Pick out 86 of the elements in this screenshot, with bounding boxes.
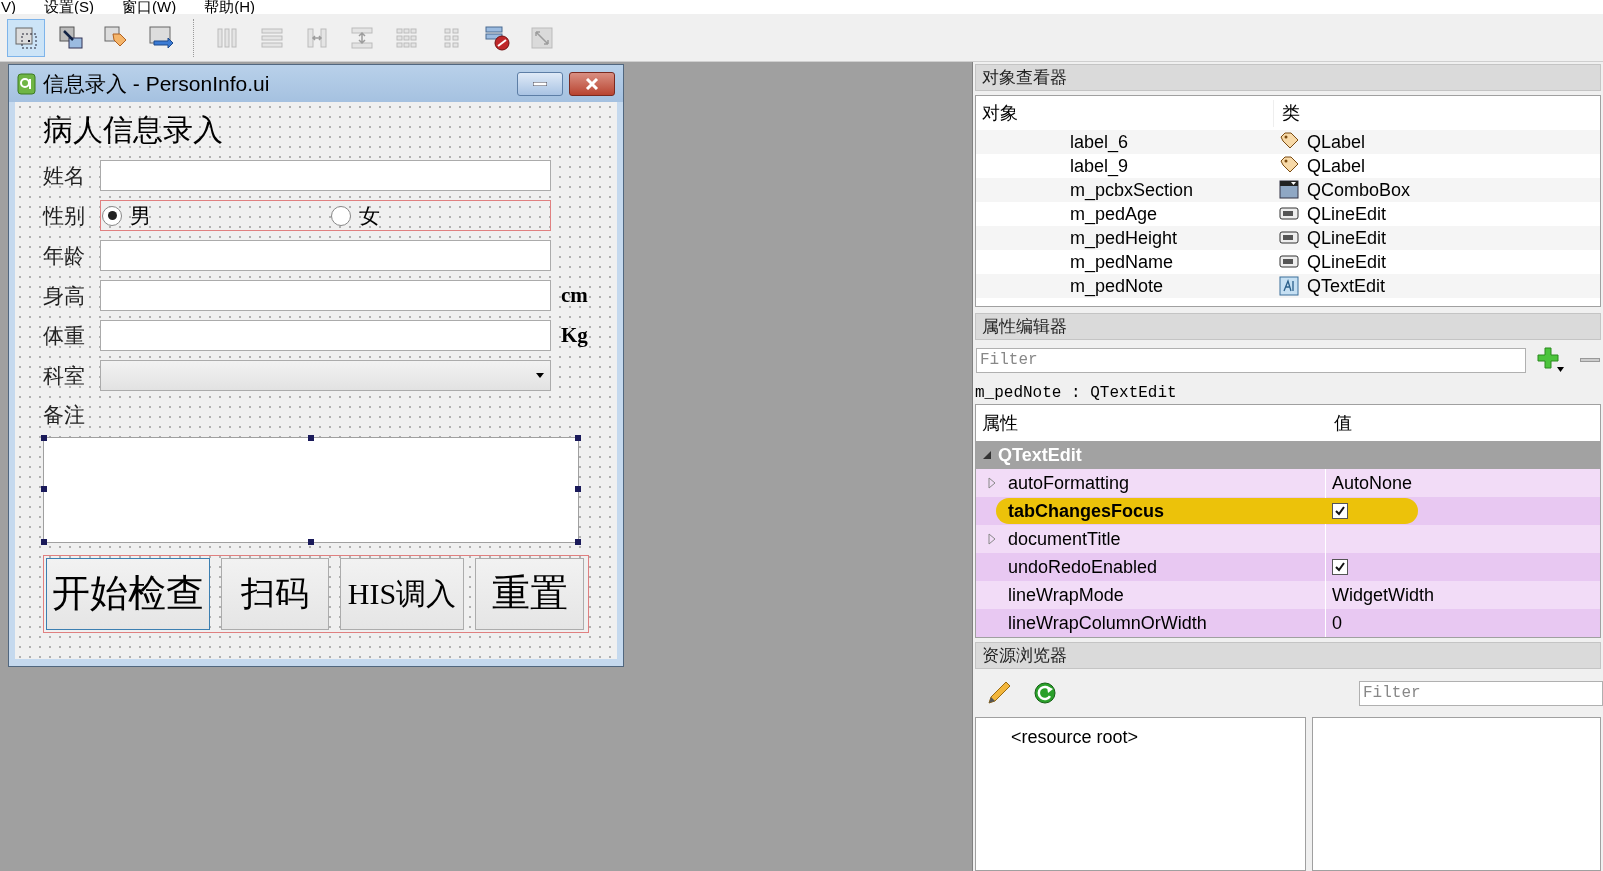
close-button[interactable] — [569, 71, 615, 96]
field-label: 姓名 — [43, 162, 86, 189]
text-edit-icon — [1279, 276, 1299, 296]
resize-icon — [529, 24, 555, 51]
text-input[interactable] — [100, 280, 551, 311]
expand-triangle-icon[interactable] — [987, 533, 997, 545]
class-name: QComboBox — [1307, 178, 1411, 202]
field-label: 体重 — [43, 322, 86, 349]
form-button[interactable]: 扫码 — [221, 557, 329, 630]
widget-edit-icon — [13, 24, 39, 51]
edit-resources-button[interactable] — [985, 679, 1013, 707]
field-label: 身高 — [43, 282, 86, 309]
minimize-button[interactable] — [517, 71, 563, 96]
class-name: QTextEdit — [1307, 274, 1386, 298]
signal-slot-icon — [58, 24, 84, 51]
tree-item[interactable]: <resource root> — [1011, 724, 1305, 751]
field-label: 备注 — [43, 402, 85, 428]
checkbox[interactable] — [1332, 503, 1348, 519]
checkmark-icon — [1334, 561, 1346, 573]
radio-button[interactable]: 女 — [331, 199, 380, 232]
window-title: 信息录入 - PersonInfo.ui — [43, 70, 271, 97]
object-name[interactable]: m_pedName — [1070, 251, 1174, 272]
form-button[interactable]: 重置 — [475, 557, 584, 630]
remove-icon — [1580, 358, 1600, 362]
class-name: QLineEdit — [1307, 202, 1387, 226]
expand-triangle-icon[interactable] — [982, 450, 992, 460]
break-layout-icon — [484, 24, 510, 51]
checkbox[interactable] — [1332, 559, 1348, 575]
filter-field[interactable]: Filter — [1359, 680, 1603, 706]
pencil-icon — [986, 680, 1012, 706]
object-name[interactable]: m_pedNote — [1070, 275, 1164, 296]
radio-button[interactable]: 男 — [101, 199, 331, 232]
property-name: documentTitle — [1008, 527, 1121, 551]
column-header: 类 — [1273, 99, 1300, 127]
panel-title: 对象查看器 — [982, 66, 1067, 89]
form-button[interactable]: 开始检查 — [46, 557, 210, 630]
vertical-splitter-icon — [349, 24, 375, 51]
refresh-icon — [1033, 681, 1057, 705]
reload-button[interactable] — [1031, 679, 1059, 707]
plus-icon — [1537, 347, 1566, 373]
field-label: 性别 — [43, 202, 86, 229]
expand-triangle-icon[interactable] — [987, 477, 997, 489]
property-name: autoFormatting — [1008, 471, 1130, 495]
unit-label: Kg — [561, 321, 588, 349]
property-value: AutoNone — [1332, 471, 1413, 495]
property-name: lineWrapMode — [1008, 583, 1124, 607]
dropdown-arrow-icon — [536, 373, 544, 378]
panel-title: 属性编辑器 — [982, 315, 1067, 338]
class-name: QLineEdit — [1307, 250, 1387, 274]
combo-box[interactable] — [100, 360, 551, 391]
property-value: WidgetWidth — [1332, 583, 1435, 607]
form-button[interactable]: HIS调入 — [340, 557, 464, 630]
text-area[interactable] — [43, 436, 579, 543]
field-label: 科室 — [43, 362, 86, 389]
object-name[interactable]: m_pedAge — [1070, 203, 1158, 224]
widget-edit-button[interactable] — [7, 18, 45, 57]
class-name: QLabel — [1307, 130, 1366, 154]
property-value: 0 — [1332, 611, 1342, 635]
field-label: 年龄 — [43, 242, 86, 269]
object-name[interactable]: m_pedHeight — [1070, 227, 1178, 248]
text-input[interactable] — [100, 320, 551, 351]
object-name[interactable]: label_9 — [1070, 155, 1129, 176]
property-name: tabChangesFocus — [1008, 499, 1165, 523]
column-header: 值 — [1333, 411, 1352, 435]
close-icon — [585, 77, 599, 90]
column-header: 属性 — [981, 411, 1019, 435]
text-input[interactable] — [100, 160, 551, 191]
filter-field[interactable]: Filter — [976, 347, 1527, 373]
group-header: QTextEdit — [998, 443, 1082, 467]
object-class-label: m_pedNote : QTextEdit — [975, 383, 1178, 404]
object-name[interactable]: m_pcbxSection — [1070, 179, 1194, 200]
minimize-icon — [533, 81, 547, 86]
panel-title: 资源浏览器 — [982, 644, 1067, 667]
unit-label: cm — [561, 281, 588, 309]
class-name: QLineEdit — [1307, 226, 1387, 250]
tab-order-icon — [148, 24, 174, 51]
class-name: QLabel — [1307, 154, 1366, 178]
checkmark-icon — [1334, 505, 1346, 517]
add-property-button[interactable] — [1536, 346, 1567, 374]
app-logo-icon — [17, 72, 37, 95]
property-name: undoRedoEnabled — [1008, 555, 1158, 579]
column-header: 对象 — [981, 101, 1019, 125]
object-name[interactable]: label_6 — [1070, 131, 1129, 152]
text-input[interactable] — [100, 240, 551, 271]
property-name: lineWrapColumnOrWidth — [1008, 611, 1207, 635]
form-heading: 病人信息录入 — [43, 112, 223, 148]
